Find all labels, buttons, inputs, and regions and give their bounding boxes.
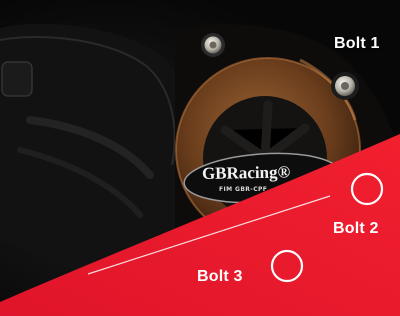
bolt-3-label: Bolt 3 bbox=[197, 268, 243, 285]
bolt-1-head bbox=[331, 72, 359, 100]
bolt-2-label: Bolt 2 bbox=[333, 220, 379, 237]
engine-photo: GBRacing® FIM GBR-CPF Bolt 1 Bolt 2 Bolt… bbox=[0, 0, 400, 316]
brand-logo: GBRacing® bbox=[202, 162, 291, 184]
top-bolt-head bbox=[201, 33, 225, 57]
bolt-1-label: Bolt 1 bbox=[334, 35, 380, 52]
registered-mark: ® bbox=[277, 162, 291, 182]
brand-logo-text: GBRacing bbox=[201, 162, 278, 183]
brand-subtext: FIM GBR-CPF bbox=[219, 186, 268, 193]
